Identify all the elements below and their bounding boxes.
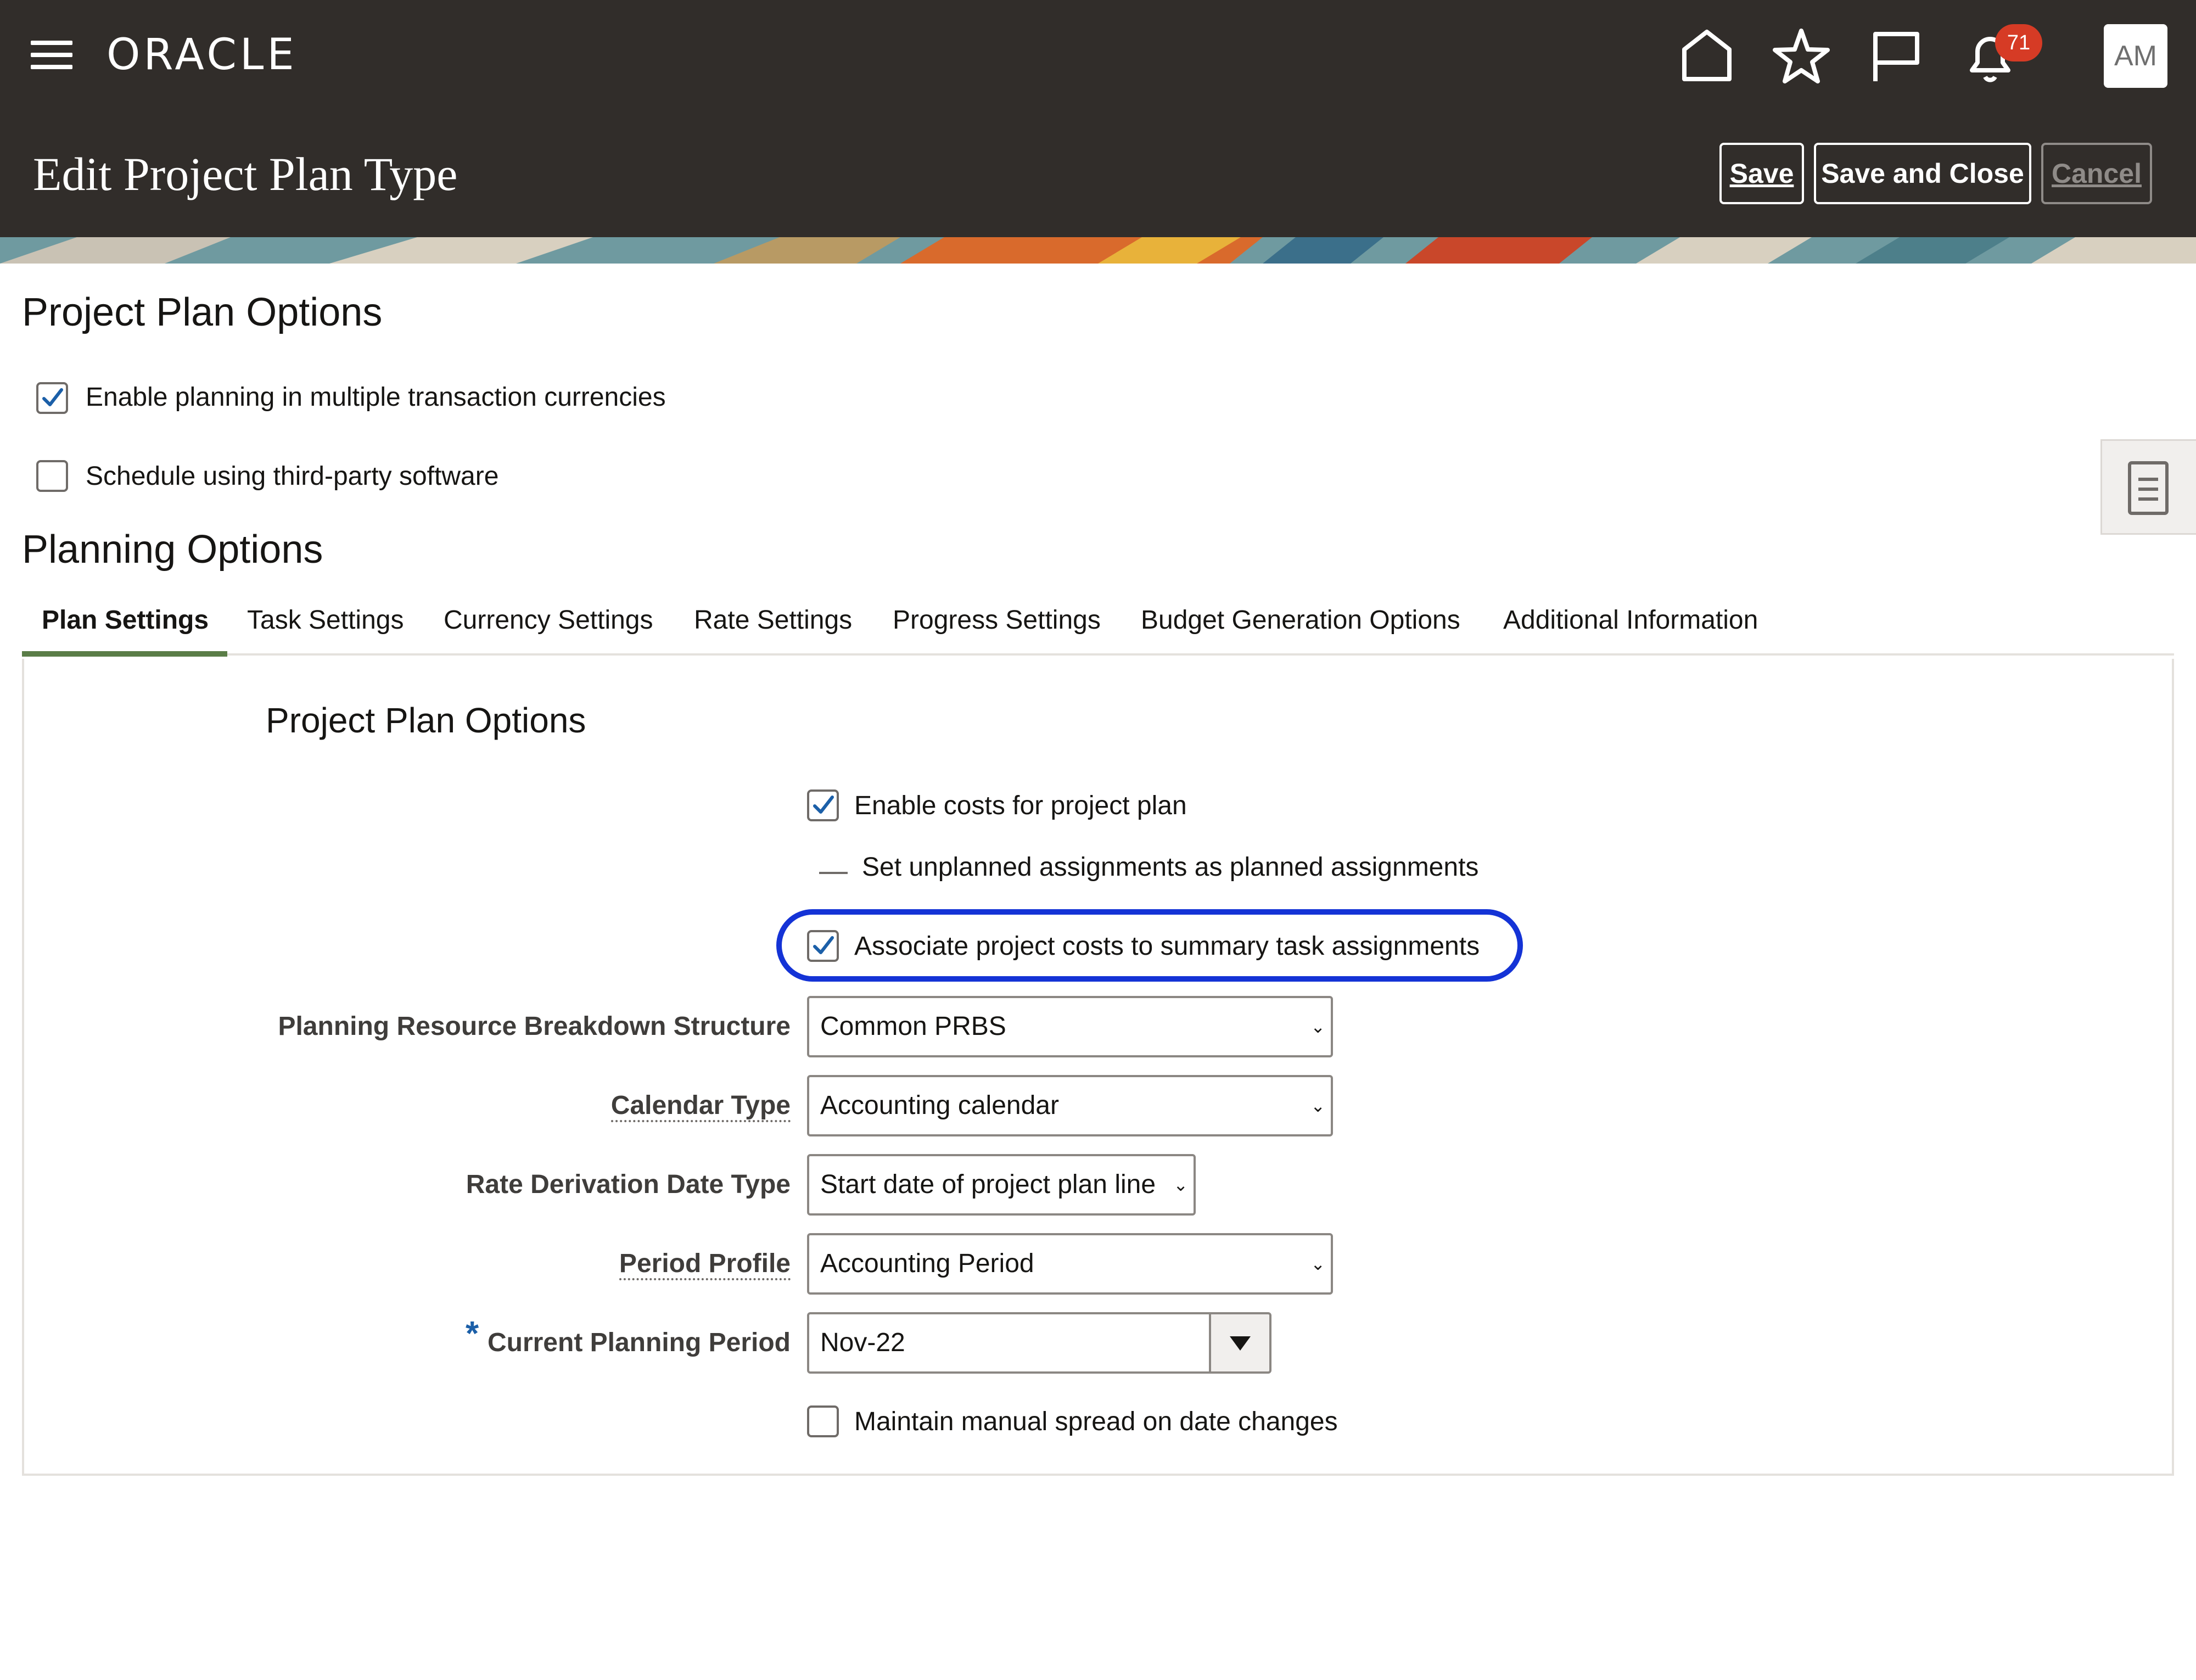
enable-multi-currency-label: Enable planning in multiple transaction … <box>86 383 666 412</box>
save-and-close-button[interactable]: Save and Close <box>1814 143 2031 204</box>
tab-progress-settings[interactable]: Progress Settings <box>893 603 1101 638</box>
cancel-button[interactable]: Cancel <box>2041 143 2152 204</box>
calendar-type-label-text: Calendar Type <box>610 1091 791 1122</box>
decorative-banner <box>0 237 2196 264</box>
planning-options-heading: Planning Options <box>22 528 323 572</box>
project-plan-options-heading: Project Plan Options <box>22 290 383 334</box>
save-and-close-label: Save and Close <box>1821 158 2024 189</box>
chevron-down-icon: ⌄ <box>1310 1096 1325 1116</box>
rate-derivation-value: Start date of project plan line <box>820 1170 1156 1199</box>
associate-costs-summary-label: Associate project costs to summary task … <box>854 932 1480 961</box>
checkmark-icon <box>813 936 834 954</box>
chevron-down-icon: ⌄ <box>1173 1175 1188 1195</box>
associate-costs-summary-checkbox[interactable] <box>807 930 839 962</box>
enable-costs-label: Enable costs for project plan <box>854 791 1187 820</box>
cancel-button-label: Cancel <box>2052 158 2142 189</box>
period-profile-label-text: Period Profile <box>619 1249 791 1280</box>
current-period-label: Current Planning Period <box>487 1328 791 1357</box>
indeterminate-dash <box>819 872 848 874</box>
required-indicator: * <box>466 1315 479 1353</box>
tab-currency-settings[interactable]: Currency Settings <box>444 603 653 638</box>
tab-divider <box>22 653 2174 656</box>
home-icon[interactable] <box>1677 26 1737 87</box>
tab-plan-settings[interactable]: Plan Settings <box>42 603 209 638</box>
rate-derivation-label: Rate Derivation Date Type <box>466 1170 791 1199</box>
unplanned-as-planned-label: Set unplanned assignments as planned ass… <box>862 853 1479 882</box>
save-button-label: Save <box>1729 158 1794 189</box>
tab-additional-information[interactable]: Additional Information <box>1503 603 1758 638</box>
checkmark-icon <box>813 796 834 814</box>
third-party-schedule-checkbox[interactable] <box>36 460 68 492</box>
document-icon <box>2128 461 2169 515</box>
chevron-down-icon: ⌄ <box>1310 1017 1325 1037</box>
user-avatar[interactable]: AM <box>2104 24 2167 88</box>
caret-down-icon <box>1230 1336 1251 1351</box>
manual-spread-label: Maintain manual spread on date changes <box>854 1407 1338 1436</box>
enable-multi-currency-checkbox[interactable] <box>36 382 68 414</box>
flag-icon[interactable] <box>1866 26 1926 87</box>
manual-spread-checkbox[interactable] <box>807 1405 839 1437</box>
prbs-label: Planning Resource Breakdown Structure <box>278 1012 791 1041</box>
notification-badge: 71 <box>1995 24 2042 61</box>
current-period-input[interactable]: Nov-22 <box>807 1312 1211 1374</box>
page-title: Edit Project Plan Type <box>33 148 458 200</box>
hamburger-menu-icon[interactable] <box>31 37 75 72</box>
current-period-value: Nov-22 <box>820 1328 905 1357</box>
chevron-down-icon: ⌄ <box>1310 1254 1325 1274</box>
prbs-value: Common PRBS <box>820 1012 1006 1041</box>
tab-task-settings[interactable]: Task Settings <box>247 603 404 638</box>
period-profile-value: Accounting Period <box>820 1249 1034 1278</box>
calendar-type-select[interactable]: Accounting calendar ⌄ <box>807 1075 1333 1136</box>
checkmark-icon <box>42 388 63 406</box>
plan-settings-section-heading: Project Plan Options <box>266 701 586 740</box>
side-panel-toggle[interactable] <box>2100 439 2196 535</box>
tab-rate-settings[interactable]: Rate Settings <box>694 603 852 638</box>
active-tab-indicator <box>22 651 227 657</box>
period-profile-label: Period Profile <box>619 1247 791 1280</box>
rate-derivation-select[interactable]: Start date of project plan line ⌄ <box>807 1154 1196 1216</box>
enable-costs-checkbox[interactable] <box>807 789 839 821</box>
calendar-type-value: Accounting calendar <box>820 1091 1059 1120</box>
current-period-dropdown-button[interactable] <box>1209 1312 1271 1374</box>
tab-budget-generation-options[interactable]: Budget Generation Options <box>1141 603 1460 638</box>
period-profile-select[interactable]: Accounting Period ⌄ <box>807 1233 1333 1295</box>
save-button[interactable]: Save <box>1719 143 1804 204</box>
oracle-logo: ORACLE <box>107 30 298 80</box>
third-party-schedule-label: Schedule using third-party software <box>86 462 499 491</box>
star-icon[interactable] <box>1771 26 1831 87</box>
calendar-type-label: Calendar Type <box>610 1089 791 1122</box>
prbs-select[interactable]: Common PRBS ⌄ <box>807 996 1333 1057</box>
